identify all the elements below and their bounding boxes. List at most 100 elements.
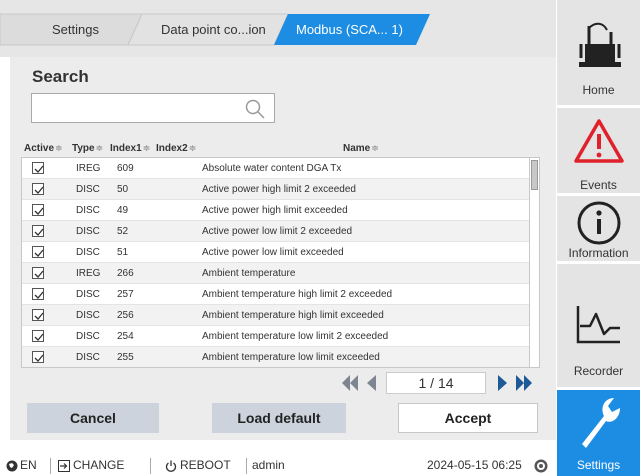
breadcrumb-item-modbus[interactable]: Modbus (SCA... 1) (296, 22, 403, 37)
cell-index1: 257 (117, 289, 134, 300)
cell-type: DISC (76, 226, 100, 237)
table-row[interactable]: DISC 50 Active power high limit 2 exceeded (22, 179, 530, 200)
nav-item-events[interactable]: Events (557, 108, 640, 196)
cell-index1: 52 (117, 226, 129, 237)
load-default-button[interactable]: Load default (212, 403, 346, 433)
cell-type: DISC (76, 310, 100, 321)
cell-index1: 50 (117, 184, 129, 195)
main-panel: Search Active≑ Type≑ Index1≑ Index2≑ Nam… (10, 57, 556, 440)
cell-name: Ambient temperature high limit exceeded (202, 310, 384, 321)
prev-page-icon[interactable] (364, 373, 378, 393)
checkbox-checked-icon (34, 333, 44, 341)
checkbox-checked-icon (34, 228, 44, 236)
column-header-type[interactable]: Type≑ (72, 143, 103, 154)
table-row[interactable]: IREG 609 Absolute water content DGA Tx (22, 158, 530, 179)
cell-name: Active power high limit exceeded (202, 205, 348, 216)
cell-index1: 266 (117, 268, 134, 279)
cell-name: Active power high limit 2 exceeded (202, 184, 356, 195)
cell-type: DISC (76, 205, 100, 216)
table-row[interactable]: IREG 266 Ambient temperature (22, 263, 530, 284)
datapoint-table: IREG 609 Absolute water content DGA Tx DISC… (21, 157, 539, 368)
cell-name: Ambient temperature (202, 268, 296, 279)
table-row[interactable]: DISC 257 Ambient temperature high limit 2 … (22, 284, 530, 305)
nav-label-information: Information (568, 246, 629, 260)
active-checkbox[interactable] (32, 351, 44, 363)
breadcrumb: Settings Data point co...ion Modbus (SCA… (0, 0, 556, 57)
active-checkbox[interactable] (32, 288, 44, 300)
nav-item-information[interactable]: Information (557, 196, 640, 264)
page-indicator: 1 / 14 (386, 372, 486, 394)
table-row[interactable]: DISC 254 Ambient temperature low limit 2 e… (22, 326, 530, 347)
active-checkbox[interactable] (32, 225, 44, 237)
cell-name: Active power low limit 2 exceeded (202, 226, 353, 237)
language-label[interactable]: EN (20, 458, 37, 472)
transformer-icon (578, 22, 621, 67)
status-bar: EN CHANGE REBOOT admin 2024-05-15 06:25 (0, 456, 556, 476)
active-checkbox[interactable] (32, 330, 44, 342)
table-scrollbar[interactable] (529, 157, 540, 368)
table-row[interactable]: DISC 49 Active power high limit exceeded (22, 200, 530, 221)
checkbox-checked-icon (34, 312, 44, 320)
cell-index1: 49 (117, 205, 129, 216)
search-input[interactable] (31, 93, 275, 123)
next-page-icon[interactable] (496, 373, 510, 393)
search-title: Search (32, 67, 89, 86)
active-checkbox[interactable] (32, 204, 44, 216)
table-row[interactable]: DISC 52 Active power low limit 2 exceeded (22, 221, 530, 242)
language-icon[interactable] (6, 460, 18, 472)
active-checkbox[interactable] (32, 183, 44, 195)
scrollbar-thumb[interactable] (531, 160, 538, 190)
cell-name: Absolute water content DGA Tx (202, 163, 342, 174)
nav-label-events: Events (580, 178, 617, 192)
user-label: admin (252, 458, 285, 472)
change-label[interactable]: CHANGE (73, 458, 124, 472)
active-checkbox[interactable] (32, 246, 44, 258)
nav-label-settings: Settings (576, 458, 621, 472)
nav-label-home: Home (582, 83, 615, 97)
first-page-icon[interactable] (340, 373, 360, 393)
checkbox-checked-icon (34, 165, 44, 173)
side-navigation: Home Events Information Recorder Setting… (557, 0, 640, 476)
warning-icon (573, 119, 624, 163)
change-icon[interactable] (58, 460, 70, 472)
accept-button[interactable]: Accept (398, 403, 538, 433)
cell-type: DISC (76, 352, 100, 363)
cell-index1: 51 (117, 247, 129, 258)
table-row[interactable]: DISC 51 Active power low limit exceeded (22, 242, 530, 263)
cell-type: IREG (76, 268, 101, 279)
nav-item-recorder[interactable]: Recorder (557, 264, 640, 390)
active-checkbox[interactable] (32, 162, 44, 174)
cell-index1: 256 (117, 310, 134, 321)
cell-index1: 255 (117, 352, 134, 363)
column-header-index2[interactable]: Index2≑ (156, 143, 196, 154)
active-checkbox[interactable] (32, 267, 44, 279)
cell-type: DISC (76, 247, 100, 258)
active-checkbox[interactable] (32, 309, 44, 321)
column-header-active[interactable]: Active≑ (24, 143, 63, 154)
cell-name: Ambient temperature high limit 2 exceede… (202, 289, 393, 300)
cell-name: Ambient temperature low limit exceeded (202, 352, 380, 363)
checkbox-checked-icon (34, 249, 44, 257)
nav-label-recorder: Recorder (573, 364, 624, 378)
table-row[interactable]: DISC 255 Ambient temperature low limit exc… (22, 347, 530, 367)
breadcrumb-item-data-point-config[interactable]: Data point co...ion (161, 22, 266, 37)
column-header-index1[interactable]: Index1≑ (110, 143, 150, 154)
cell-type: DISC (76, 184, 100, 195)
column-header-name[interactable]: Name≑ (343, 143, 379, 154)
cancel-button[interactable]: Cancel (27, 403, 159, 433)
wrench-icon (581, 398, 620, 448)
cell-type: DISC (76, 289, 100, 300)
reboot-label[interactable]: REBOOT (180, 458, 231, 472)
checkbox-checked-icon (34, 270, 44, 278)
table-row[interactable]: DISC 256 Ambient temperature high limit ex… (22, 305, 530, 326)
cell-name: Ambient temperature low limit 2 exceeded (202, 331, 389, 342)
checkbox-checked-icon (34, 291, 44, 299)
search-icon[interactable] (244, 98, 266, 120)
power-icon[interactable] (165, 460, 177, 472)
cell-index1: 609 (117, 163, 134, 174)
breadcrumb-item-settings[interactable]: Settings (52, 22, 99, 37)
nav-item-settings[interactable]: Settings (557, 390, 640, 476)
nav-item-home[interactable]: Home (557, 0, 640, 108)
last-page-icon[interactable] (514, 373, 534, 393)
user-status-icon[interactable] (534, 459, 548, 473)
